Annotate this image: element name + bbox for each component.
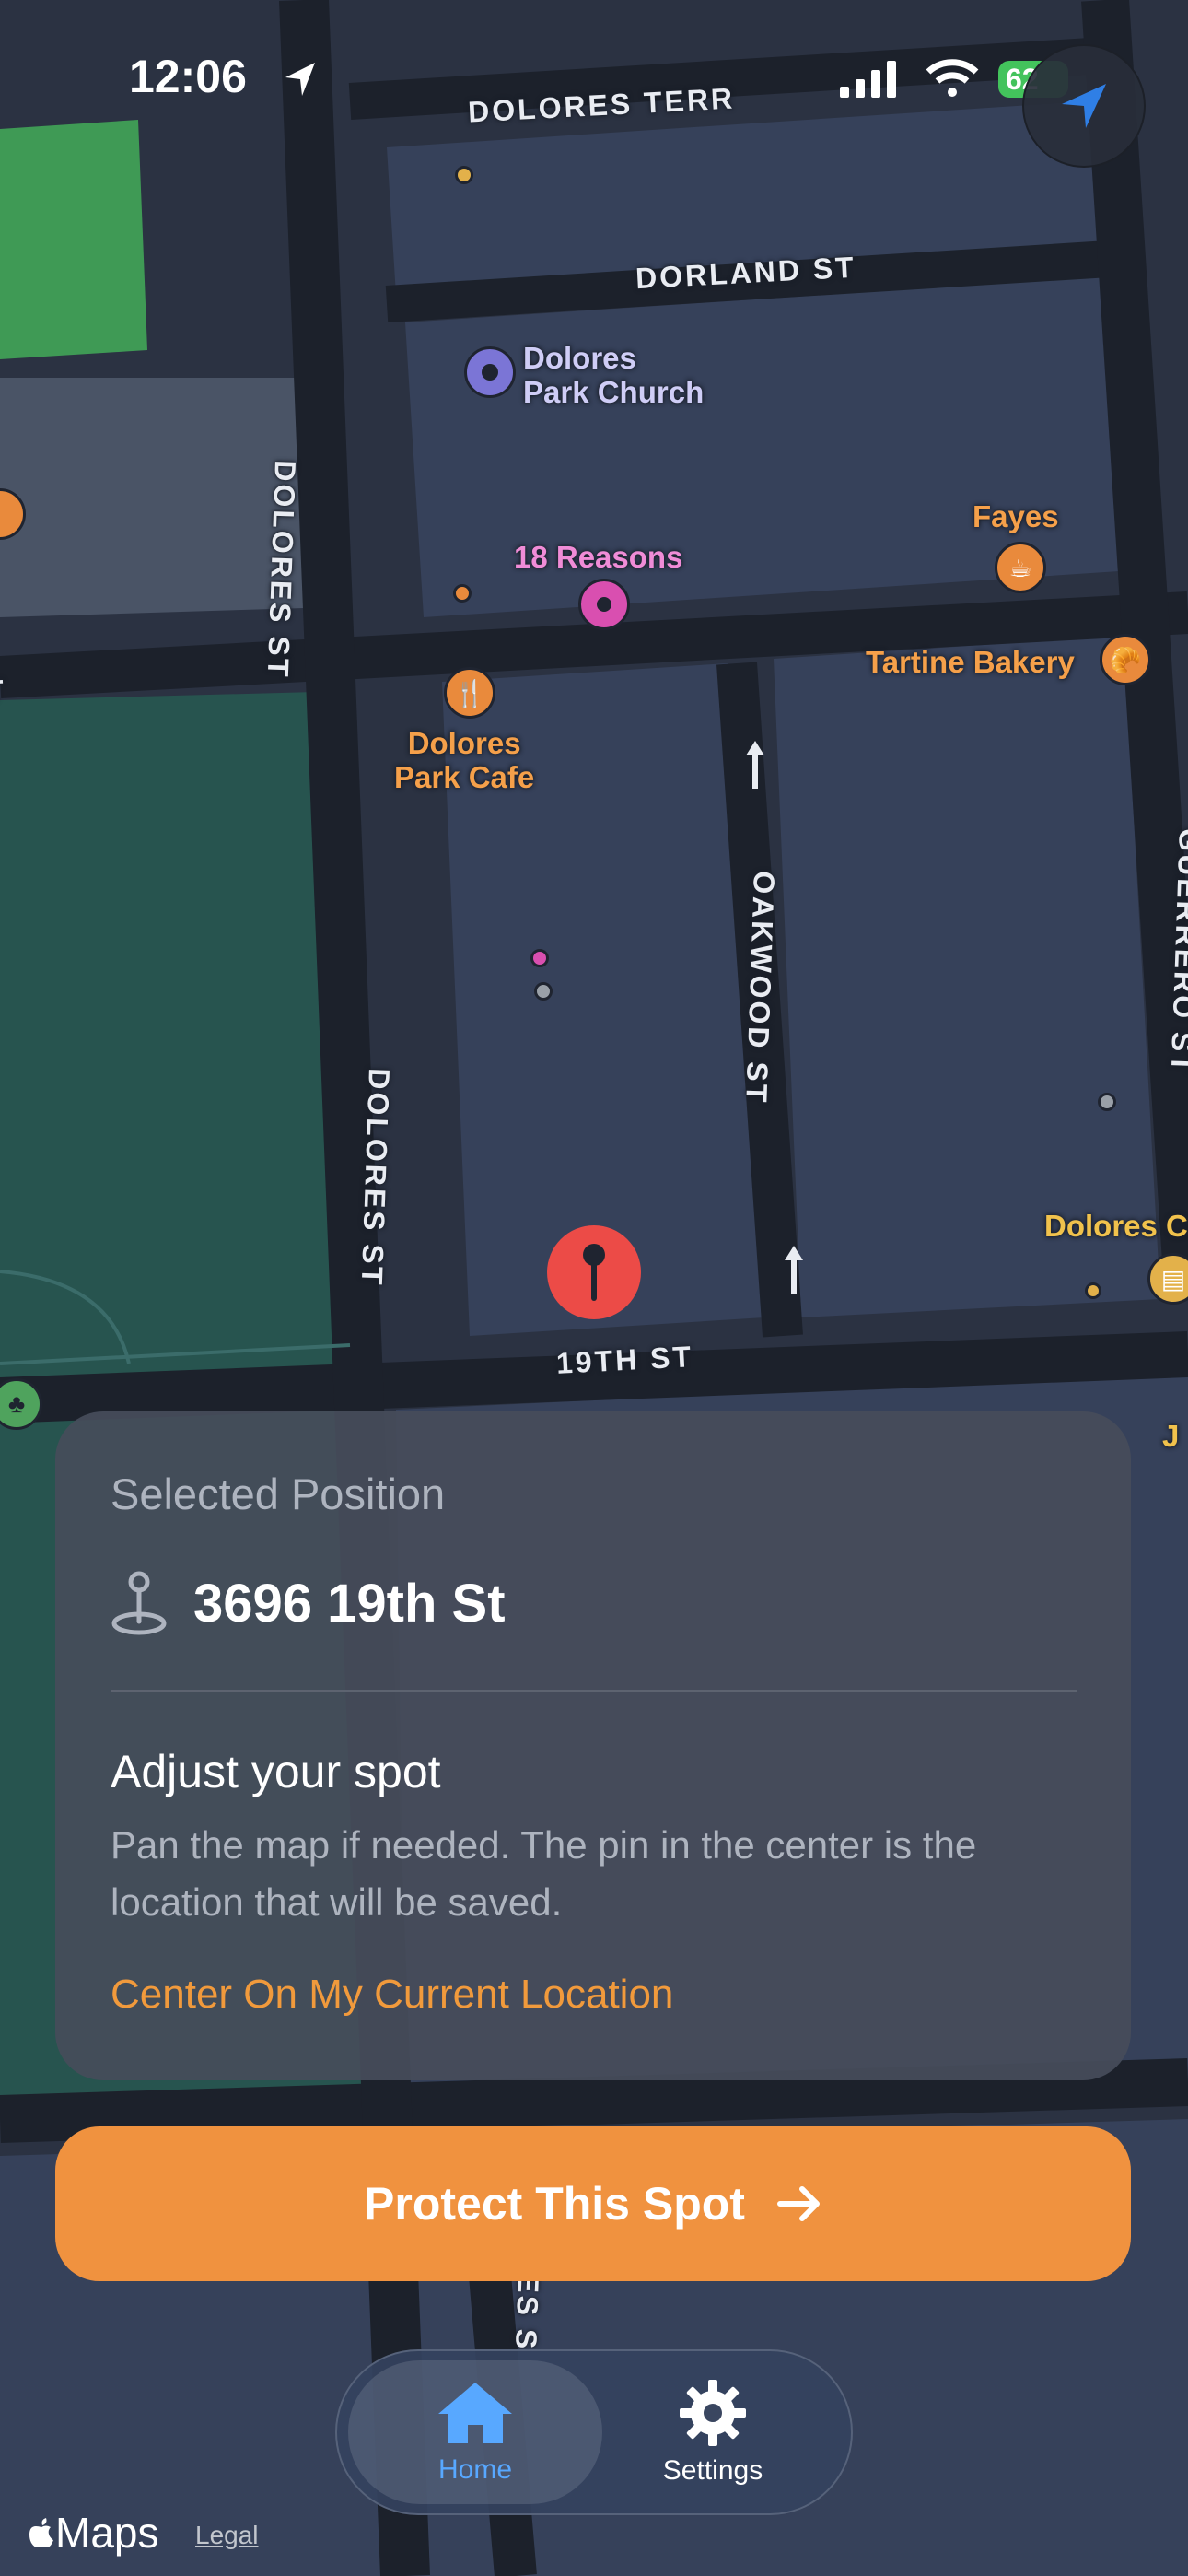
navigation-arrow-icon <box>1062 84 1106 128</box>
poi-label-tartine[interactable]: Tartine Bakery <box>866 645 1075 679</box>
poi-label-fayes[interactable]: Fayes <box>973 499 1059 533</box>
tab-settings-label: Settings <box>662 2455 763 2486</box>
locate-me-button[interactable] <box>1022 44 1146 168</box>
signal-icon <box>840 61 896 98</box>
pin-location-icon <box>111 1571 167 1635</box>
map-dot <box>530 949 549 967</box>
bakery-pin-icon[interactable]: 🥐 <box>1100 634 1151 685</box>
map-dot <box>1085 1282 1101 1299</box>
maps-label: Maps <box>55 2509 159 2557</box>
restaurant-pin-icon[interactable]: 🍴 <box>444 667 495 719</box>
map-dot <box>455 166 473 184</box>
tab-home[interactable]: Home <box>348 2360 602 2504</box>
selected-position-pin <box>547 1225 641 1319</box>
map-dot <box>534 982 553 1001</box>
adjust-heading: Adjust your spot <box>111 1746 441 1797</box>
center-on-location-link[interactable]: Center On My Current Location <box>111 1972 673 2018</box>
selected-address: 3696 19th St <box>193 1573 506 1633</box>
map-dot <box>1098 1093 1116 1111</box>
wifi-icon <box>926 59 979 97</box>
street-label-19th-st: 19TH ST <box>555 1340 694 1380</box>
poi-label-dolores-c[interactable]: Dolores C <box>1044 1209 1188 1243</box>
street-label-partial: ES S <box>509 2272 545 2352</box>
one-way-arrow-icon <box>785 1246 803 1294</box>
selected-position-card: Selected Position 3696 19th St Adjust yo… <box>55 1411 1131 2080</box>
church-pin-icon[interactable] <box>464 346 516 398</box>
maps-brand: Maps <box>28 2508 158 2558</box>
one-way-arrow-icon <box>746 741 764 789</box>
poi-label-18-reasons[interactable]: 18 Reasons <box>514 540 682 574</box>
status-time: 12:06 <box>129 51 247 102</box>
protect-this-spot-button[interactable]: Protect This Spot <box>55 2126 1131 2281</box>
apple-logo-icon <box>29 2518 53 2547</box>
protect-button-label: Protect This Spot <box>364 2178 745 2230</box>
cafe-pin-icon[interactable]: ☕ <box>995 542 1046 593</box>
pin-icon <box>583 1244 605 1301</box>
tab-bar: Home Settings <box>335 2349 853 2515</box>
house-icon <box>438 2383 512 2443</box>
arrow-right-icon <box>776 2186 820 2221</box>
gear-icon <box>680 2380 746 2446</box>
location-arrow-icon <box>285 63 315 96</box>
poi-label-cafe[interactable]: Dolores Park Cafe <box>394 726 534 794</box>
divider <box>111 1690 1077 1692</box>
poi-label-j: J <box>1162 1419 1180 1453</box>
map-dot <box>453 584 472 603</box>
address-row: 3696 19th St <box>111 1570 506 1636</box>
legal-link[interactable]: Legal <box>195 2521 259 2550</box>
tab-settings[interactable]: Settings <box>586 2360 840 2504</box>
poi-label-church[interactable]: Dolores Park Church <box>523 341 704 409</box>
school-pin-icon[interactable] <box>578 579 630 630</box>
adjust-description: Pan the map if needed. The pin in the ce… <box>111 1823 977 1924</box>
card-kicker: Selected Position <box>111 1469 446 1518</box>
tab-home-label: Home <box>437 2454 513 2485</box>
